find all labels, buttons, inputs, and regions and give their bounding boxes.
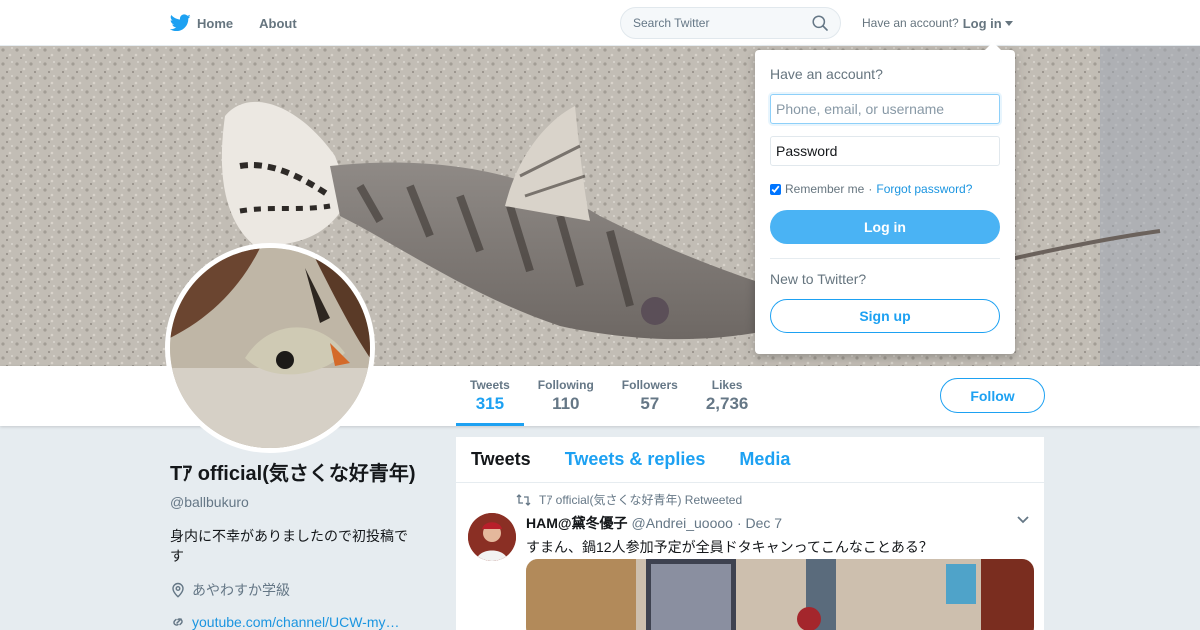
search-box <box>620 7 841 39</box>
login-area: Have an account? Log in <box>862 0 1013 46</box>
login-button[interactable]: Log in <box>770 210 1000 244</box>
nav-home[interactable]: Home <box>170 14 233 32</box>
timeline-tabs: Tweets Tweets & replies Media <box>456 437 1044 483</box>
profile-location: あやわすか学級 <box>170 580 420 600</box>
stat-value: 2,736 <box>705 394 749 413</box>
stat-label: Followers <box>621 378 678 392</box>
remember-checkbox[interactable] <box>770 183 781 195</box>
stat-value: 110 <box>552 394 580 413</box>
nav-about-label: About <box>259 15 297 31</box>
search-input[interactable] <box>633 16 803 30</box>
author-avatar-image <box>468 513 516 561</box>
nav-home-label: Home <box>197 15 234 31</box>
profile-handle[interactable]: @ballbukuro <box>170 494 420 510</box>
stat-followers[interactable]: Followers 57 <box>608 366 692 426</box>
stat-value: 315 <box>475 394 505 413</box>
retweet-context: Tｱ official(気さくな好青年) Retweeted <box>516 491 1029 508</box>
tab-tweets-replies[interactable]: Tweets & replies <box>565 449 706 470</box>
remember-row: Remember me · Forgot password? <box>770 182 1000 196</box>
tweet-author-name[interactable]: HAM@黛冬優子 <box>526 513 628 533</box>
top-nav-bar: Home About Have an account? Log in <box>0 0 1200 46</box>
profile-info: Tｱ official(気さくな好青年) @ballbukuro 身内に不幸があ… <box>170 460 420 630</box>
tweet-author-handle[interactable]: @Andrei_uoooo <box>632 515 733 531</box>
have-account-text: Have an account? <box>862 16 959 30</box>
stat-value: 57 <box>640 394 660 413</box>
profile-avatar[interactable] <box>165 243 375 453</box>
nav-left: Home About <box>170 0 297 46</box>
password-field[interactable] <box>770 136 1000 166</box>
tweet[interactable]: Tｱ official(気さくな好青年) Retweeted HAM@黛冬優子 … <box>456 483 1044 565</box>
tab-tweets[interactable]: Tweets <box>471 449 531 470</box>
username-field[interactable] <box>770 94 1000 124</box>
remember-label[interactable]: Remember me <box>785 182 864 196</box>
stat-label: Tweets <box>470 378 510 392</box>
signup-button[interactable]: Sign up <box>770 299 1000 333</box>
profile-location-text: あやわすか学級 <box>192 582 290 598</box>
stat-label: Likes <box>711 378 743 392</box>
profile-stats: Tweets 315 Following 110 Followers 57 Li… <box>456 366 762 426</box>
stat-likes[interactable]: Likes 2,736 <box>692 366 763 426</box>
remember-separator: · <box>868 182 873 196</box>
link-icon <box>173 618 183 626</box>
login-dropdown-title: Have an account? <box>770 66 883 82</box>
forgot-password-link[interactable]: Forgot password? <box>876 182 972 196</box>
tweet-header: HAM@黛冬優子 @Andrei_uoooo · Dec 7 <box>526 513 1029 533</box>
caret-down-icon <box>1004 20 1013 26</box>
follow-button[interactable]: Follow <box>940 378 1045 413</box>
tweet-date[interactable]: · Dec 7 <box>737 515 782 531</box>
profile-name[interactable]: Tｱ official(気さくな好青年) <box>170 460 420 488</box>
retweet-text: Tｱ official(気さくな好青年) Retweeted <box>539 493 743 507</box>
stat-tweets[interactable]: Tweets 315 <box>456 366 524 426</box>
stat-label: Following <box>537 378 594 392</box>
tweet-author-avatar[interactable] <box>468 513 516 561</box>
avatar-image <box>170 248 370 448</box>
profile-url: youtube.com/channel/UCW-my… <box>170 614 420 630</box>
location-pin-icon <box>172 582 184 598</box>
search-icon[interactable] <box>812 15 828 31</box>
login-link-label: Log in <box>962 15 1002 31</box>
stat-following[interactable]: Following 110 <box>524 366 608 426</box>
new-to-twitter-text: New to Twitter? <box>770 271 867 287</box>
login-menu-toggle[interactable]: Log in <box>963 16 1013 31</box>
tweet-text: すまん、鍋12人参加予定が全員ドタキャンってこんなことある？ <box>526 539 933 555</box>
retweet-icon <box>516 493 531 506</box>
dropdown-divider <box>770 258 1000 259</box>
login-dropdown: Have an account? Remember me · Forgot pa… <box>755 42 1015 354</box>
timeline: Tweets Tweets & replies Media Tｱ officia… <box>456 437 1044 630</box>
chevron-down-icon[interactable] <box>1016 515 1030 525</box>
nav-about[interactable]: About <box>259 16 297 31</box>
twitter-bird-icon <box>170 14 191 32</box>
tweet-media[interactable] <box>526 559 1034 630</box>
profile-bio: 身内に不幸がありましたので初投稿です <box>170 528 408 564</box>
profile-url-link[interactable]: youtube.com/channel/UCW-my… <box>192 614 399 630</box>
tab-media[interactable]: Media <box>739 449 790 470</box>
tweet-media-image <box>526 559 1034 630</box>
